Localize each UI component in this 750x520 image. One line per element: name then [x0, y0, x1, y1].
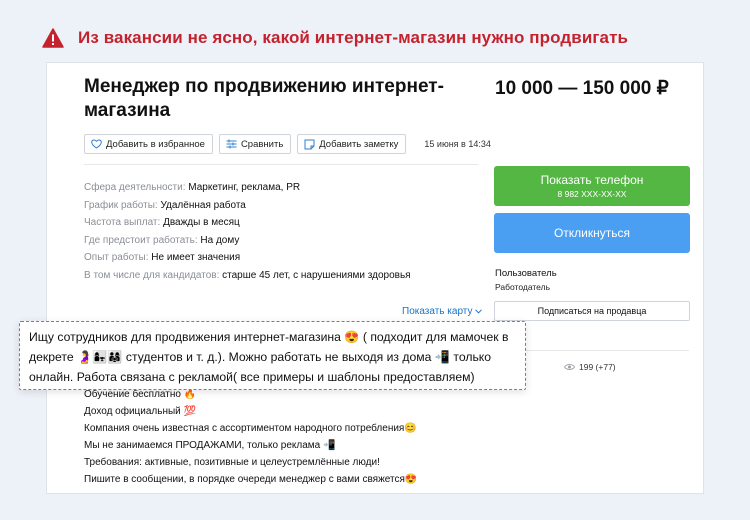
description-line: Доход официальный 💯 — [84, 406, 196, 417]
param-value: На дому — [200, 234, 240, 246]
note-label: Добавить заметку — [319, 138, 399, 150]
compare-icon — [226, 139, 237, 150]
user-role: Работодатель — [495, 282, 550, 292]
param-label: Где предстоит работать: — [84, 234, 198, 246]
description-line: Компания очень известная с ассортиментом… — [84, 423, 417, 434]
eye-icon — [563, 363, 576, 371]
params-list: Сфера деятельности: Маркетинг, реклама, … — [84, 179, 484, 284]
param-label: График работы: — [84, 199, 158, 211]
description: Обучение бесплатно 🔥 Доход официальный 💯… — [84, 386, 504, 488]
param-row: Где предстоит работать: На дому — [84, 232, 484, 250]
description-line: Пишите в сообщении, в порядке очереди ме… — [84, 474, 418, 485]
param-row: Частота выплат: Дважды в месяц — [84, 214, 484, 232]
chevron-down-icon — [475, 309, 483, 314]
compare-label: Сравнить — [240, 138, 284, 150]
heart-icon — [91, 139, 102, 150]
listing-title: Менеджер по продвижению интернет-магазин… — [84, 76, 444, 121]
param-value: старше 45 лет, с нарушениями здоровья — [222, 269, 411, 281]
show-map-label: Показать карту — [402, 306, 473, 317]
param-value: Маркетинг, реклама, PR — [188, 182, 301, 193]
add-to-favorites-button[interactable]: Добавить в избранное — [84, 134, 213, 154]
description-line: Мы не занимаемся ПРОДАЖАМИ, только рекла… — [84, 440, 336, 451]
subscribe-button[interactable]: Подписаться на продавца — [494, 301, 690, 321]
warning-banner: Из вакансии не ясно, какой интернет-мага… — [40, 24, 628, 52]
listing-card: Менеджер по продвижению интернет-магазин… — [46, 62, 704, 494]
param-label: Опыт работы: — [84, 252, 149, 263]
param-label: В том числе для кандидатов: — [84, 269, 220, 281]
param-label: Сфера деятельности: — [84, 182, 186, 193]
warning-icon — [40, 26, 66, 50]
listing-date: 15 июня в 14:34 — [424, 139, 491, 149]
param-value: Не имеет значения — [151, 252, 241, 263]
views-counter: 199 (+77) — [563, 362, 616, 372]
param-label: Частота выплат: — [84, 217, 161, 228]
respond-button[interactable]: Откликнуться — [494, 213, 690, 253]
param-row: Сфера деятельности: Маркетинг, реклама, … — [84, 179, 484, 197]
note-icon — [304, 139, 315, 150]
warning-text: Из вакансии не ясно, какой интернет-мага… — [78, 28, 629, 47]
highlight-line: декрете 🤰👩‍👧👨‍👩‍👧 студентов и т. д.). Мо… — [29, 350, 492, 364]
compare-button[interactable]: Сравнить — [218, 134, 292, 154]
views-count: 199 (+77) — [579, 362, 616, 372]
param-row: В том числе для кандидатов: старше 45 ле… — [84, 267, 484, 285]
param-row: Опыт работы: Не имеет значения — [84, 249, 484, 267]
param-row: График работы: Удалённая работа — [84, 197, 484, 215]
user-name[interactable]: Пользователь — [495, 268, 557, 279]
description-line: Требования: активные, позитивные и целеу… — [84, 457, 380, 468]
show-map-link[interactable]: Показать карту — [402, 306, 483, 317]
favorite-label: Добавить в избранное — [106, 138, 205, 150]
param-value: Дважды в месяц — [163, 217, 240, 228]
listing-actions: Добавить в избранное Сравнить Добавить з… — [84, 134, 491, 154]
listing-price: 10 000 — 150 000 ₽ — [495, 78, 669, 99]
param-value: Удалённая работа — [160, 199, 246, 211]
divider — [84, 164, 478, 165]
show-phone-label: Показать телефон — [540, 173, 644, 187]
highlight-line: Ищу сотрудников для продвижения интернет… — [29, 330, 509, 344]
phone-masked: 8 982 XXX-XX-XX — [557, 189, 627, 199]
add-note-button[interactable]: Добавить заметку — [297, 134, 407, 154]
show-phone-button[interactable]: Показать телефон 8 982 XXX-XX-XX — [494, 166, 690, 206]
highlighted-description: Ищу сотрудников для продвижения интернет… — [19, 321, 526, 390]
highlight-line: онлайн. Работа связана с рекламой( все п… — [29, 370, 475, 384]
